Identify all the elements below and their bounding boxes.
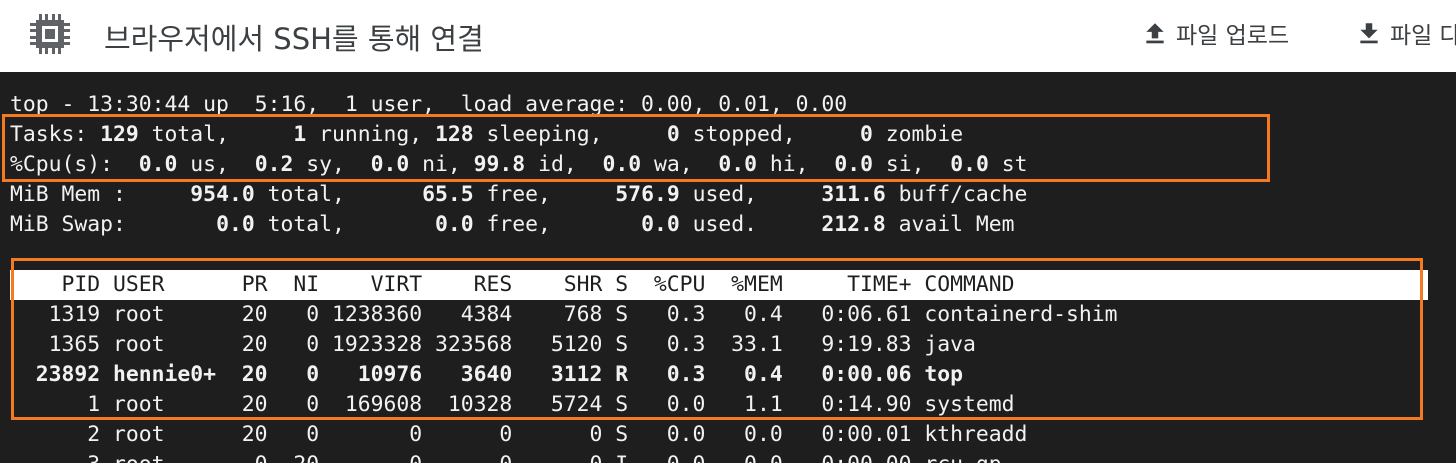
- chip-icon: [30, 14, 70, 54]
- process-row: 1 root 20 0 169608 10328 5724 S 0.0 1.1 …: [10, 392, 1015, 417]
- upload-icon: [1146, 23, 1164, 44]
- process-row: 1319 root 20 0 1238360 4384 768 S 0.3 0.…: [10, 302, 1118, 327]
- process-row: 2 root 20 0 0 0 0 S 0.0 0.0 0:00.01 kthr…: [10, 422, 1028, 447]
- process-row-current: 23892 hennie0+ 20 0 10976 3640 3112 R 0.…: [10, 362, 963, 387]
- process-table-header: PID USER PR NI VIRT RES SHR S %CPU %MEM …: [10, 270, 1428, 300]
- process-row: 3 root 0 -20 0 0 0 I 0.0 0.0 0:00.00 rcu…: [10, 452, 1001, 463]
- title-bar: 브라우저에서 SSH를 통해 연결 파일 업로드 파일 다: [0, 0, 1456, 72]
- download-icon: [1360, 23, 1378, 44]
- mem-line: MiB Mem : 954.0 total, 65.5 free, 576.9 …: [10, 182, 1028, 207]
- terminal[interactable]: top - 13:30:44 up 5:16, 1 user, load ave…: [0, 72, 1456, 463]
- upload-file-button[interactable]: 파일 업로드: [1142, 16, 1289, 50]
- process-row: 1365 root 20 0 1923328 323568 5120 S 0.3…: [10, 332, 976, 357]
- uptime-line: top - 13:30:44 up 5:16, 1 user, load ave…: [10, 92, 848, 117]
- download-file-button[interactable]: 파일 다: [1356, 16, 1456, 50]
- tasks-line: Tasks: 129 total, 1 running, 128 sleepin…: [10, 122, 964, 147]
- window-title: 브라우저에서 SSH를 통해 연결: [104, 22, 484, 56]
- swap-line: MiB Swap: 0.0 total, 0.0 free, 0.0 used.…: [10, 212, 1015, 237]
- download-file-label: 파일 다: [1390, 23, 1456, 49]
- upload-file-label: 파일 업로드: [1176, 23, 1290, 49]
- cpu-line: %Cpu(s): 0.0 us, 0.2 sy, 0.0 ni, 99.8 id…: [10, 152, 1028, 177]
